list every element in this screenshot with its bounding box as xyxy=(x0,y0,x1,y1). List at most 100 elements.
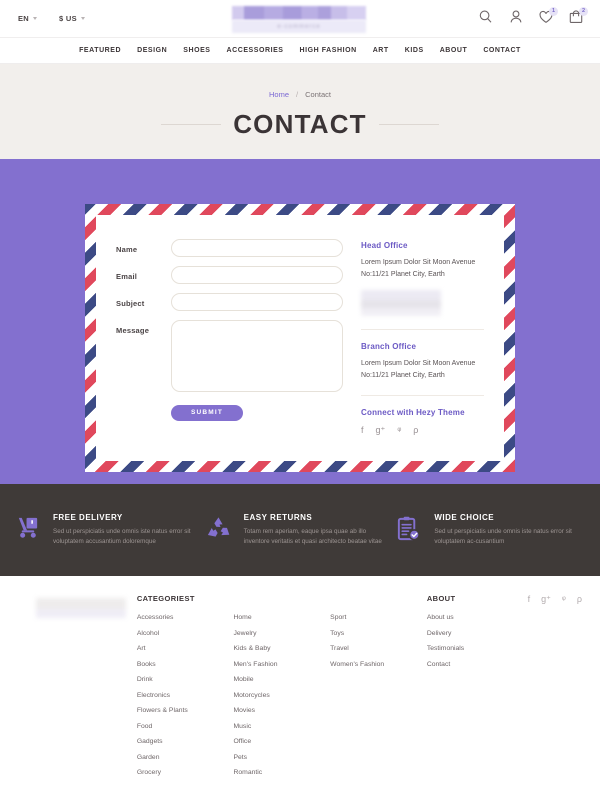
breadcrumb: Home / Contact xyxy=(269,90,331,99)
feature-text-block: EASY RETURNS Totam rem aperiam, eaque ip… xyxy=(244,513,388,548)
footer-link[interactable]: Women's Fashion xyxy=(330,661,427,668)
wishlist-count-badge: 1 xyxy=(549,7,558,16)
footer-social-links: f g⁺ ᵠ ρ xyxy=(528,594,582,786)
footer-link[interactable]: Garden xyxy=(137,754,234,761)
footer-link[interactable]: Mobile xyxy=(233,676,330,683)
footer-link[interactable]: Alcohol xyxy=(137,630,234,637)
top-bar: EN $ US e-commerce 1 2 xyxy=(0,0,600,38)
cart-icon[interactable]: 2 xyxy=(568,7,588,27)
footer-link[interactable]: Flowers & Plants xyxy=(137,707,234,714)
footer-link[interactable]: About us xyxy=(427,614,514,621)
nav-item-art[interactable]: ART xyxy=(373,47,389,54)
locale-selectors: EN $ US xyxy=(18,14,85,23)
footer-about-title: ABOUT xyxy=(426,594,456,603)
cart-count-badge: 2 xyxy=(579,7,588,16)
facebook-icon[interactable]: f xyxy=(361,426,364,435)
facebook-icon[interactable]: f xyxy=(528,595,531,786)
footer-link[interactable]: Toys xyxy=(330,630,427,637)
footer-link[interactable]: Music xyxy=(233,723,330,730)
footer-link[interactable]: Books xyxy=(137,661,234,668)
user-icon[interactable] xyxy=(508,9,524,27)
features-band: FREE DELIVERY Sed ut perspiciatis unde o… xyxy=(0,484,600,576)
head-office-line-1: Lorem Ipsum Dolor Sit Moon Avenue xyxy=(361,259,476,266)
footer-link[interactable]: Electronics xyxy=(137,692,234,699)
footer: CATEGORIEST Accessories Alcohol Art Book… xyxy=(0,576,600,786)
pinterest-icon[interactable]: ρ xyxy=(413,426,418,435)
clipboard-check-icon xyxy=(395,513,425,547)
footer-link[interactable]: Drink xyxy=(137,676,234,683)
footer-link[interactable]: Men's Fashion xyxy=(233,661,330,668)
footer-link[interactable]: Movies xyxy=(233,707,330,714)
google-plus-icon[interactable]: g⁺ xyxy=(376,426,386,435)
name-input[interactable] xyxy=(171,239,344,257)
logo-caption-text: e-commerce xyxy=(277,23,321,30)
site-logo[interactable]: e-commerce xyxy=(232,6,366,34)
currency-label: $ US xyxy=(59,14,77,23)
footer-link[interactable]: Travel xyxy=(330,645,427,652)
footer-link[interactable]: Jewelry xyxy=(233,630,330,637)
footer-link[interactable]: Kids & Baby xyxy=(233,645,330,652)
twitter-icon[interactable]: ᵠ xyxy=(397,426,401,435)
breadcrumb-home[interactable]: Home xyxy=(269,90,289,99)
footer-link[interactable]: Art xyxy=(137,645,234,652)
nav-item-featured[interactable]: FEATURED xyxy=(79,47,121,54)
nav-item-kids[interactable]: KIDS xyxy=(405,47,424,54)
nav-item-contact[interactable]: CONTACT xyxy=(483,47,521,54)
footer-link[interactable]: Romantic xyxy=(233,769,330,776)
info-divider xyxy=(361,395,484,396)
footer-about: ABOUT About us Delivery Testimonials Con… xyxy=(427,594,514,786)
search-icon[interactable] xyxy=(478,9,494,27)
header-actions: 1 2 xyxy=(478,7,588,27)
footer-link[interactable]: Office xyxy=(233,738,330,745)
submit-button[interactable]: SUBMIT xyxy=(171,404,243,421)
currency-selector[interactable]: $ US xyxy=(59,14,85,23)
contact-social-links: f g⁺ ᵠ ρ xyxy=(361,426,484,435)
branch-office-title: Branch Office xyxy=(361,341,417,351)
footer-link[interactable]: Sport xyxy=(330,614,427,621)
nav-item-about[interactable]: ABOUT xyxy=(440,47,468,54)
feature-title: FREE DELIVERY xyxy=(53,512,123,522)
feature-title: WIDE CHOICE xyxy=(434,512,495,522)
logo-wordmark-redacted xyxy=(232,6,366,20)
nav-item-accessories[interactable]: ACCESSORIES xyxy=(227,47,284,54)
field-row-name: Name xyxy=(116,239,344,257)
footer-link[interactable]: Testimonials xyxy=(427,645,514,652)
language-selector[interactable]: EN xyxy=(18,14,38,23)
page-title: CONTACT xyxy=(161,108,439,139)
twitter-icon[interactable]: ᵠ xyxy=(562,595,566,786)
nav-item-high-fashion[interactable]: HIGH FASHION xyxy=(300,47,357,54)
footer-link[interactable]: Gadgets xyxy=(137,738,234,745)
subject-input[interactable] xyxy=(171,293,344,311)
head-office-line-2: No:11/21 Planet City, Earth xyxy=(361,271,445,279)
info-divider xyxy=(361,328,484,330)
google-plus-icon[interactable]: g⁺ xyxy=(541,595,551,786)
footer-about-links: About us Delivery Testimonials Contact xyxy=(427,614,514,668)
nav-item-design[interactable]: DESIGN xyxy=(137,47,167,54)
footer-link[interactable]: Delivery xyxy=(427,630,514,637)
subject-label: Subject xyxy=(116,299,145,308)
email-input[interactable] xyxy=(171,266,344,284)
feature-text-block: FREE DELIVERY Sed ut perspiciatis unde o… xyxy=(53,513,197,548)
footer-link[interactable]: Motorcycles xyxy=(233,692,330,699)
contact-info: Head Office Lorem Ipsum Dolor Sit Moon A… xyxy=(343,233,484,435)
envelope-content: Name Email Subject Message SUBMIT Head O… xyxy=(96,215,504,461)
footer-link[interactable]: Accessories xyxy=(137,614,234,621)
footer-link[interactable]: Pets xyxy=(233,754,330,761)
head-office-contact-redacted xyxy=(361,289,442,316)
footer-category-column-3: Sport Toys Travel Women's Fashion xyxy=(330,614,427,785)
footer-link[interactable]: Home xyxy=(233,614,330,621)
feature-description: Sed ut perspiciatis unde omnis iste natu… xyxy=(434,527,572,545)
nav-item-shoes[interactable]: SHOES xyxy=(183,47,210,54)
footer-link[interactable]: Contact xyxy=(427,661,514,668)
footer-link[interactable]: Food xyxy=(137,723,234,730)
footer-category-column-1: Accessories Alcohol Art Books Drink Elec… xyxy=(137,614,234,785)
footer-logo-redacted[interactable] xyxy=(36,598,126,618)
chevron-down-icon xyxy=(33,17,38,20)
message-textarea[interactable] xyxy=(171,320,344,392)
footer-logo-column xyxy=(18,594,137,786)
wishlist-icon[interactable]: 1 xyxy=(538,7,558,27)
language-label: EN xyxy=(18,14,30,23)
branch-office-line-1: Lorem Ipsum Dolor Sit Moon Avenue xyxy=(361,359,476,367)
pinterest-icon[interactable]: ρ xyxy=(577,595,582,786)
footer-link[interactable]: Grocery xyxy=(137,769,234,776)
